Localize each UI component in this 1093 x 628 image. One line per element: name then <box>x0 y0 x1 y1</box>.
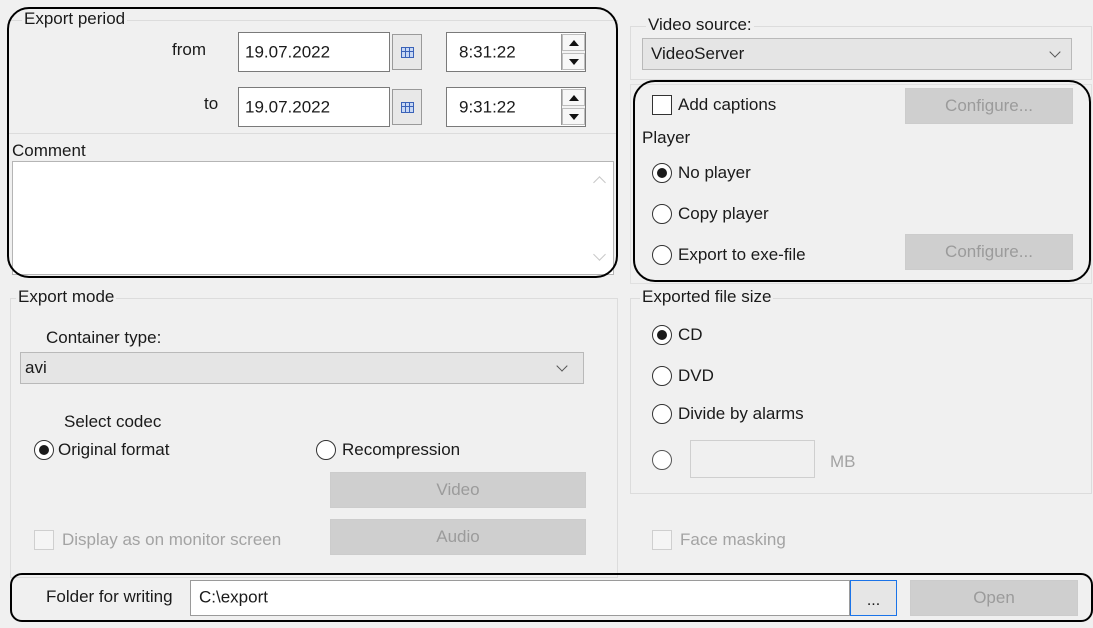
no-player-label[interactable]: No player <box>678 163 751 183</box>
spin-down-button[interactable] <box>562 108 585 125</box>
codec-recompression-radio[interactable] <box>316 440 336 460</box>
calendar-icon <box>401 102 414 113</box>
export-mode-title: Export mode <box>16 287 117 306</box>
comment-textarea[interactable] <box>12 161 614 275</box>
size-divide-alarms-label[interactable]: Divide by alarms <box>678 404 804 424</box>
to-time-field[interactable]: 9:31:22 <box>446 87 586 127</box>
to-date-calendar-button[interactable] <box>392 89 422 125</box>
size-custom-radio[interactable] <box>652 450 672 470</box>
spin-up-button[interactable] <box>562 34 585 51</box>
container-type-select[interactable]: avi <box>20 352 584 384</box>
export-period-title: Export period <box>22 9 128 28</box>
add-captions-checkbox[interactable] <box>652 95 672 115</box>
no-player-radio[interactable] <box>652 163 672 183</box>
add-captions-label[interactable]: Add captions <box>678 95 776 115</box>
to-label: to <box>204 94 219 113</box>
size-cd-label[interactable]: CD <box>678 325 703 345</box>
select-codec-label: Select codec <box>64 412 162 431</box>
arrow-up-icon <box>569 95 579 101</box>
codec-original-radio[interactable] <box>34 440 54 460</box>
from-date-field[interactable]: 19.07.2022 <box>238 32 390 72</box>
copy-player-radio[interactable] <box>652 204 672 224</box>
player-configure-button[interactable]: Configure... <box>905 234 1073 270</box>
codec-recompression-label[interactable]: Recompression <box>342 440 460 460</box>
size-custom-input[interactable] <box>690 440 815 478</box>
folder-label: Folder for writing <box>46 587 173 606</box>
to-time-spinner[interactable] <box>561 89 585 125</box>
from-time-field[interactable]: 8:31:22 <box>446 32 586 72</box>
size-dvd-radio[interactable] <box>652 366 672 386</box>
folder-path-input[interactable]: C:\export <box>190 580 850 616</box>
chevron-down-icon <box>556 360 568 372</box>
spin-up-button[interactable] <box>562 89 585 106</box>
export-exe-radio[interactable] <box>652 245 672 265</box>
size-dvd-label[interactable]: DVD <box>678 366 714 386</box>
scroll-down-icon[interactable] <box>593 248 606 261</box>
codec-original-label[interactable]: Original format <box>58 440 169 460</box>
size-divide-alarms-radio[interactable] <box>652 404 672 424</box>
scroll-up-icon[interactable] <box>593 176 606 189</box>
open-folder-button[interactable]: Open <box>910 580 1078 616</box>
from-date-calendar-button[interactable] <box>392 34 422 70</box>
video-source-label: Video source: <box>646 15 754 34</box>
browse-folder-button[interactable]: ... <box>850 580 897 616</box>
arrow-down-icon <box>569 59 579 65</box>
copy-player-label[interactable]: Copy player <box>678 204 769 224</box>
export-exe-label[interactable]: Export to exe-file <box>678 245 806 265</box>
file-size-title: Exported file size <box>640 287 774 306</box>
display-as-monitor-checkbox[interactable] <box>34 530 54 550</box>
video-source-select[interactable]: VideoServer <box>642 38 1072 70</box>
video-button[interactable]: Video <box>330 472 586 508</box>
face-masking-checkbox[interactable] <box>652 530 672 550</box>
captions-configure-button[interactable]: Configure... <box>905 88 1073 124</box>
chevron-down-icon <box>1049 46 1061 58</box>
calendar-icon <box>401 47 414 58</box>
arrow-down-icon <box>569 114 579 120</box>
arrow-up-icon <box>569 40 579 46</box>
spin-down-button[interactable] <box>562 53 585 70</box>
from-label: from <box>172 40 206 59</box>
container-type-label: Container type: <box>46 328 162 347</box>
face-masking-label[interactable]: Face masking <box>680 530 786 550</box>
audio-button[interactable]: Audio <box>330 519 586 555</box>
size-cd-radio[interactable] <box>652 325 672 345</box>
comment-label: Comment <box>12 141 86 160</box>
to-date-field[interactable]: 19.07.2022 <box>238 87 390 127</box>
size-unit-label: MB <box>830 452 856 471</box>
display-as-monitor-label[interactable]: Display as on monitor screen <box>62 530 281 550</box>
player-label: Player <box>642 128 691 147</box>
from-time-spinner[interactable] <box>561 34 585 70</box>
